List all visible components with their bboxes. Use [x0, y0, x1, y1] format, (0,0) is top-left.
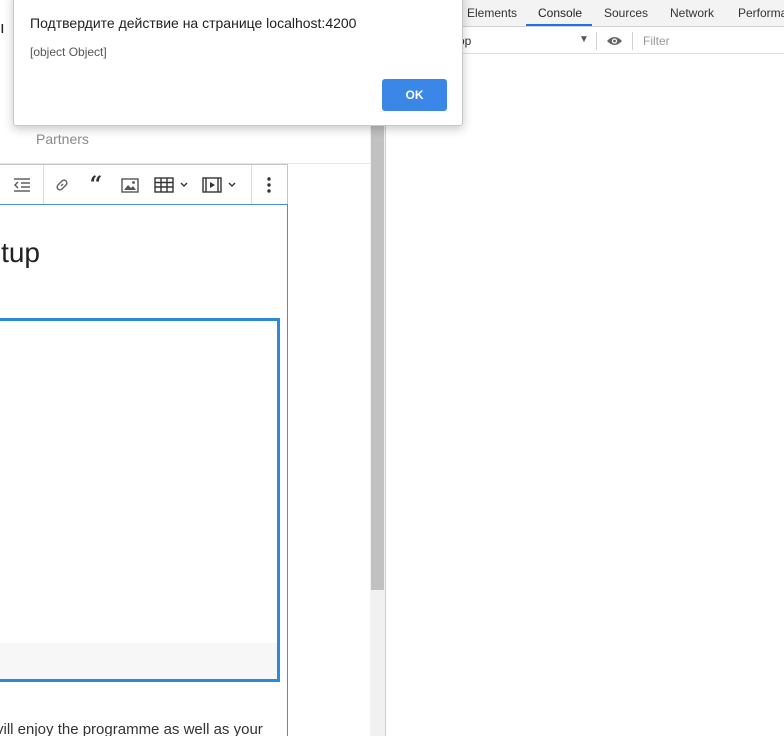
image-icon[interactable]: [118, 172, 142, 198]
dialog-title: Подтвердите действие на странице localho…: [30, 15, 357, 31]
ok-button[interactable]: OK: [382, 79, 447, 111]
media-icon[interactable]: [200, 172, 240, 198]
active-tab-indicator: [526, 24, 592, 26]
editor-heading: tup: [1, 237, 40, 268]
embedded-media-widget[interactable]: [0, 318, 280, 682]
chevron-down-icon[interactable]: ▼: [579, 34, 589, 45]
toolbar-separator: [632, 32, 633, 50]
editor-toolbar: “: [0, 164, 288, 205]
toolbar-separator: [596, 32, 597, 50]
tab-network[interactable]: Network: [670, 6, 714, 20]
toolbar-separator: [251, 165, 252, 204]
console-filter-input[interactable]: Filter: [643, 34, 670, 48]
eye-icon[interactable]: [606, 34, 623, 52]
toolbar-separator: [43, 165, 44, 204]
tab-console[interactable]: Console: [538, 6, 582, 20]
outdent-icon[interactable]: [8, 172, 36, 198]
header-partial-text: ı: [0, 18, 5, 37]
more-icon[interactable]: [258, 172, 280, 198]
widget-caption[interactable]: [0, 643, 277, 679]
confirm-dialog: Подтвердите действие на странице localho…: [13, 0, 463, 126]
blockquote-icon[interactable]: “: [84, 172, 108, 198]
link-icon[interactable]: [50, 172, 74, 198]
tab-sources[interactable]: Sources: [604, 6, 648, 20]
table-icon[interactable]: [152, 172, 192, 198]
scrollbar-thumb[interactable]: [371, 122, 384, 590]
nav-link-partners[interactable]: Partners: [36, 131, 89, 147]
tab-performance[interactable]: Performa: [738, 6, 784, 20]
rich-text-editor[interactable]: tup vill enjoy the programme as well as …: [0, 204, 288, 736]
editor-paragraph: vill enjoy the programme as well as your: [0, 721, 263, 736]
dialog-message: [object Object]: [30, 45, 107, 59]
tab-elements[interactable]: Elements: [467, 6, 517, 20]
